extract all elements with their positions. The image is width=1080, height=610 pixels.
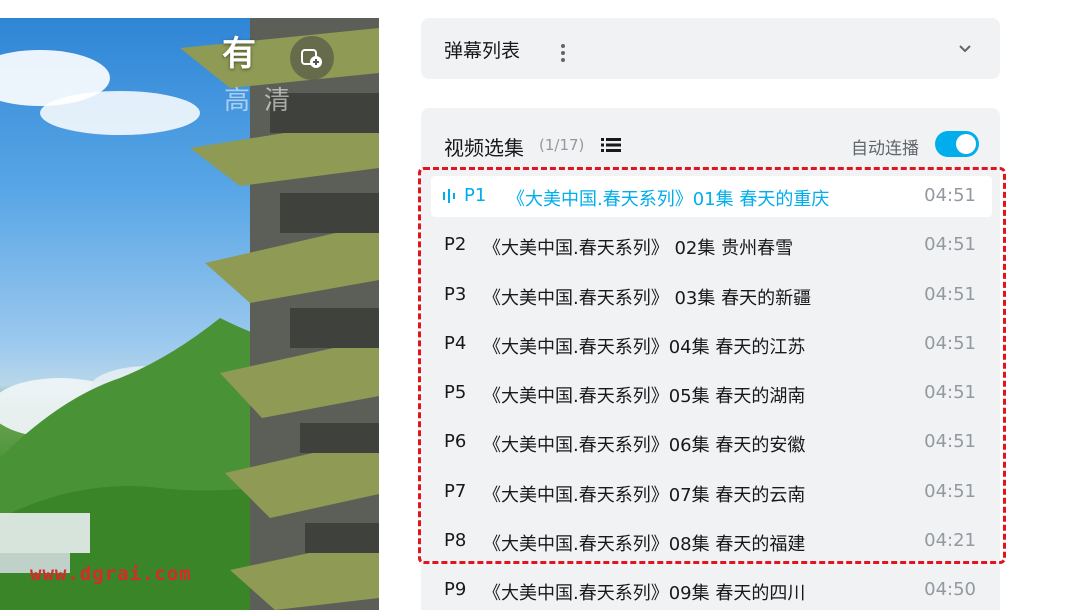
episode-duration: 04:21 [924,530,976,552]
danmaku-list-bar[interactable]: 弹幕列表 [421,18,1000,79]
episode-list-title: 视频选集 [444,136,524,160]
episode-number: P3 [444,283,467,305]
page: 有 高清 www.dgrai.com 弹幕列表 视频选集 (1/17) 自动连播… [0,0,1080,610]
autoplay-toggle-knob [956,134,976,154]
episode-item[interactable]: P9 《大美中国.春天系列》09集 春天的四川 04:50 [431,570,992,610]
episode-item[interactable]: P2 《大美中国.春天系列》 02集 贵州春雪 04:51 [431,225,992,266]
episode-title: 《大美中国.春天系列》06集 春天的安徽 [483,435,806,457]
episode-item[interactable]: P7 《大美中国.春天系列》07集 春天的云南 04:51 [431,472,992,513]
chevron-down-icon[interactable] [957,40,973,56]
episode-title: 《大美中国.春天系列》01集 春天的重庆 [507,189,830,210]
episode-duration: 04:51 [924,382,976,404]
video-player[interactable]: 有 高清 www.dgrai.com [0,18,379,610]
episode-item[interactable]: P5 《大美中国.春天系列》05集 春天的湖南 04:51 [431,373,992,414]
episode-list-panel: 视频选集 (1/17) 自动连播 P1 《大美中国.春天系列》01集 春天的重庆… [421,108,1000,610]
video-frame-scene [0,18,379,610]
episode-number: P9 [444,579,467,601]
episode-number: P5 [444,382,467,404]
picture-in-picture-button[interactable] [290,36,334,80]
episode-duration: 04:51 [924,185,976,206]
watermark: www.dgrai.com [30,563,192,585]
more-vertical-icon[interactable] [559,42,567,64]
picture-in-picture-icon [301,49,322,68]
episode-list: P1 《大美中国.春天系列》01集 春天的重庆 04:51 P2 《大美中国.春… [431,176,992,610]
autoplay-toggle[interactable] [935,131,979,157]
episode-number: P8 [444,530,467,552]
episode-title: 《大美中国.春天系列》07集 春天的云南 [483,484,806,506]
now-playing-icon [443,189,455,203]
episode-title: 《大美中国.春天系列》04集 春天的江苏 [483,336,806,358]
episode-title: 《大美中国.春天系列》08集 春天的福建 [483,534,806,556]
episode-item[interactable]: P4 《大美中国.春天系列》04集 春天的江苏 04:51 [431,324,992,365]
episode-number: P2 [444,234,467,256]
video-overlay-title: 有 [222,34,256,74]
episode-item-active[interactable]: P1 《大美中国.春天系列》01集 春天的重庆 04:51 [431,176,992,217]
episode-item[interactable]: P6 《大美中国.春天系列》06集 春天的安徽 04:51 [431,422,992,463]
episode-number: P6 [444,431,467,453]
episode-title: 《大美中国.春天系列》09集 春天的四川 [483,583,806,605]
episode-item[interactable]: P3 《大美中国.春天系列》 03集 春天的新疆 04:51 [431,275,992,316]
episode-number: P1 [464,185,487,206]
danmaku-list-title: 弹幕列表 [444,40,521,62]
autoplay-label: 自动连播 [851,139,919,159]
episode-duration: 04:51 [924,431,976,453]
episode-count: (1/17) [539,136,585,154]
episode-duration: 04:51 [924,480,976,502]
list-icon[interactable] [601,137,621,153]
episode-duration: 04:51 [924,283,976,305]
episode-title: 《大美中国.春天系列》 03集 春天的新疆 [483,287,812,309]
episode-duration: 04:50 [924,579,976,601]
episode-duration: 04:51 [924,234,976,256]
episode-number: P7 [444,480,467,502]
episode-title: 《大美中国.春天系列》05集 春天的湖南 [483,386,806,408]
episode-title: 《大美中国.春天系列》 02集 贵州春雪 [483,238,794,260]
episode-item[interactable]: P8 《大美中国.春天系列》08集 春天的福建 04:21 [431,521,992,562]
episode-number: P4 [444,332,467,354]
episode-duration: 04:51 [924,332,976,354]
video-overlay-subtitle: 高清 [224,86,305,116]
